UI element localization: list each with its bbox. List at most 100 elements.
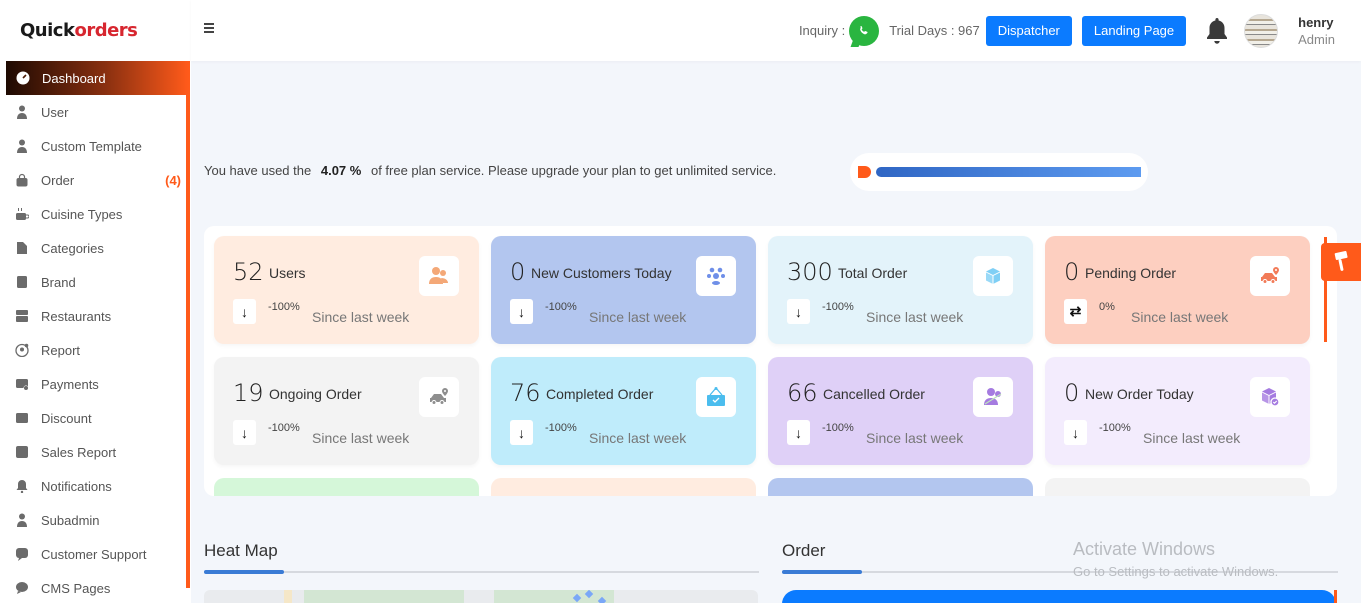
user-role: Admin — [1298, 31, 1335, 47]
sidebar-item-label: Dashboard — [42, 70, 106, 86]
logo[interactable]: Quick o rders — [0, 0, 191, 61]
stat-card-users[interactable]: 52 Users ↓ -100% Since last week — [214, 236, 479, 344]
sidebar-item-label: Report — [41, 342, 81, 358]
stat-card-ongoing-order[interactable]: 19 Ongoing Order ↓ -100% Since last week — [214, 357, 479, 465]
stat-card-total-order[interactable]: 300 Total Order ↓ -100% Since last week — [768, 236, 1033, 344]
sidebar-item-dashboard[interactable]: Dashboard — [6, 61, 188, 95]
arrow-down-icon: ↓ — [1064, 420, 1087, 445]
stat-card-new-customers-today[interactable]: 0 New Customers Today ↓ -100% Since last… — [491, 236, 756, 344]
stat-card-cancelled-order[interactable]: 66 Cancelled Order ↓ -100% Since last we… — [768, 357, 1033, 465]
stat-value: 66 — [787, 379, 818, 407]
sidebar-item-cuisine-types[interactable]: Cuisine Types — [0, 197, 191, 231]
sidebar-item-label: User — [41, 104, 69, 120]
sidebar-item-user[interactable]: User — [0, 95, 191, 129]
stat-since: Since last week — [312, 430, 410, 446]
stat-change: 0% — [1099, 301, 1115, 313]
sidebar-item-notifications[interactable]: Notifications — [0, 469, 191, 503]
sidebar-item-subadmin[interactable]: Subadmin — [0, 503, 191, 537]
notification-bell-icon[interactable] — [1204, 16, 1230, 46]
stat-change: -100% — [822, 301, 854, 313]
order-chart-panel — [782, 590, 1336, 603]
user-name: henry — [1298, 14, 1334, 30]
sidebar-item-cms-pages[interactable]: CMS Pages — [0, 571, 191, 603]
stat-since: Since last week — [312, 309, 410, 325]
sign-check-icon — [696, 377, 736, 417]
stat-card-completed-order[interactable]: 76 Completed Order ↓ -100% Since last we… — [491, 357, 756, 465]
landing-page-button[interactable]: Landing Page — [1081, 15, 1187, 46]
arrow-down-icon: ↓ — [510, 420, 533, 445]
car-location-icon — [1250, 256, 1290, 296]
mug-hot-icon — [15, 207, 29, 221]
inquiry-label: Inquiry : — [798, 23, 846, 38]
user-icon — [15, 513, 29, 527]
code-bubble-icon — [15, 581, 29, 595]
sidebar-item-sales-report[interactable]: Sales Report — [0, 435, 191, 469]
arrow-down-icon: ↓ — [510, 299, 533, 324]
order-scroll-indicator[interactable] — [1334, 590, 1337, 603]
logo-mark-icon: o — [74, 20, 87, 41]
chart-icon — [15, 445, 29, 459]
user-info[interactable]: henry Admin — [1298, 14, 1335, 48]
stat-value: 76 — [510, 379, 541, 407]
stat-card-pending-order[interactable]: 0 Pending Order ⇄ 0% Since last week — [1045, 236, 1310, 344]
car-location-icon — [419, 377, 459, 417]
order-title: Order — [782, 541, 826, 560]
sidebar-item-label: Discount — [41, 410, 92, 426]
stat-change: -100% — [1099, 422, 1131, 434]
sidebar-item-categories[interactable]: Categories — [0, 231, 191, 265]
logo-text-quick: Quick — [20, 20, 75, 41]
store-icon — [15, 309, 29, 323]
stats-panel: 52 Users ↓ -100% Since last week 0 New C… — [204, 226, 1337, 496]
usage-suffix: of free plan service. Please upgrade you… — [370, 163, 777, 178]
user-icon — [15, 105, 29, 119]
heatmap-title: Heat Map — [204, 541, 278, 560]
sidebar: Quick o rders Dashboard User Custom Temp… — [0, 0, 191, 603]
users-icon — [419, 256, 459, 296]
sidebar-item-label: Payments — [41, 376, 99, 392]
sidebar-item-customer-support[interactable]: Customer Support — [0, 537, 191, 571]
sidebar-item-payments[interactable]: Payments — [0, 367, 191, 401]
plan-usage-text: You have used the 4.07 % of free plan se… — [204, 163, 776, 178]
stat-since: Since last week — [866, 430, 964, 446]
watermark-title: Activate Windows — [1073, 539, 1216, 559]
heat-map[interactable] — [204, 590, 758, 603]
card-check-icon — [15, 377, 29, 391]
stat-card-partial — [768, 478, 1033, 496]
sidebar-item-report[interactable]: Report — [0, 333, 191, 367]
usage-percent: 4.07 % — [320, 163, 362, 178]
sidebar-item-brand[interactable]: Brand — [0, 265, 191, 299]
stat-value: 52 — [233, 258, 264, 286]
stat-value: 300 — [787, 258, 833, 286]
tag-icon — [15, 275, 29, 289]
stat-value: 0 — [1064, 258, 1080, 286]
stat-label: Total Order — [838, 265, 908, 281]
stat-label: Cancelled Order — [823, 386, 925, 402]
stat-since: Since last week — [1143, 430, 1241, 446]
sidebar-item-label: CMS Pages — [41, 580, 111, 596]
sidebar-item-label: Restaurants — [41, 308, 112, 324]
sidebar-item-label: Notifications — [41, 478, 112, 494]
stat-change: -100% — [545, 301, 577, 313]
stat-change: -100% — [268, 422, 300, 434]
stat-value: 19 — [233, 379, 264, 407]
usage-progress-fill — [858, 166, 871, 178]
stat-label: Completed Order — [546, 386, 654, 402]
sidebar-item-discount[interactable]: Discount — [0, 401, 191, 435]
stat-card-new-order-today[interactable]: 0 New Order Today ↓ -100% Since last wee… — [1045, 357, 1310, 465]
dispatcher-button[interactable]: Dispatcher — [985, 15, 1072, 46]
group-icon — [696, 256, 736, 296]
sidebar-item-label: Order — [41, 172, 75, 188]
whatsapp-icon[interactable] — [849, 15, 880, 46]
avatar[interactable] — [1244, 13, 1279, 48]
sidebar-item-custom-template[interactable]: Custom Template — [0, 129, 191, 163]
stat-label: Users — [269, 265, 306, 281]
sidebar-item-order[interactable]: Order (4) — [0, 163, 191, 197]
arrow-down-icon: ↓ — [787, 420, 810, 445]
sidebar-item-restaurants[interactable]: Restaurants — [0, 299, 191, 333]
bell-icon — [15, 479, 29, 493]
theme-customizer-button[interactable] — [1321, 243, 1361, 281]
top-header: Inquiry : Trial Days : 967 Dispatcher La… — [191, 0, 1361, 61]
menu-toggle-icon[interactable] — [204, 23, 214, 33]
shopping-bag-icon — [15, 173, 29, 187]
usage-prefix: You have used the — [204, 163, 312, 178]
